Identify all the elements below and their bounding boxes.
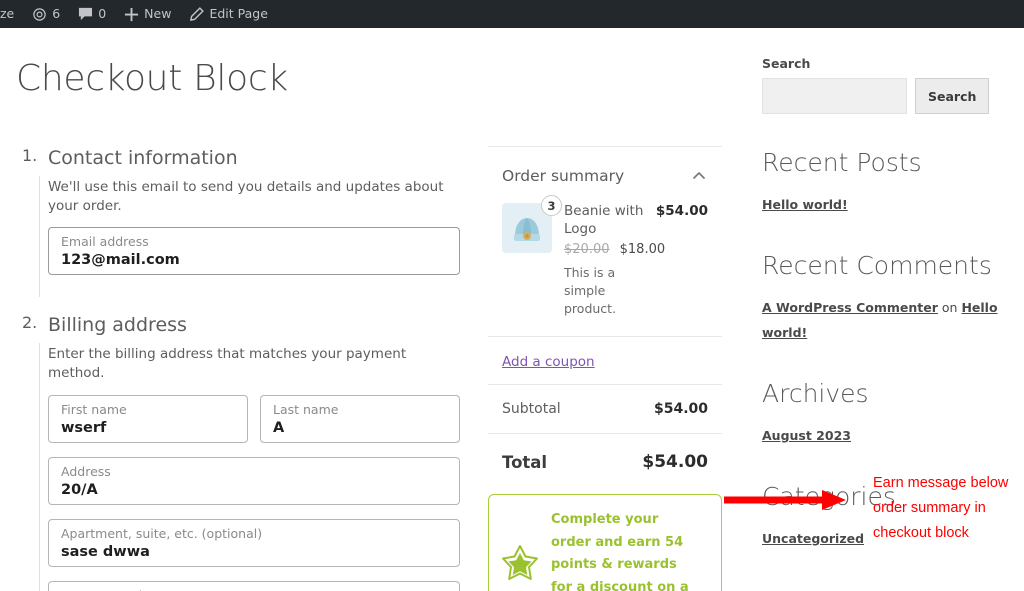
subtotal-row: Subtotal $54.00 <box>488 384 722 433</box>
order-summary-panel: Order summary 3 Beanie with Logo $54.00 … <box>488 146 722 591</box>
comment-author-link[interactable]: A WordPress Commenter <box>762 300 938 315</box>
earn-points-message: Complete your order and earn 54 points &… <box>488 494 722 591</box>
product-description: This is a simple product. <box>564 265 617 317</box>
step-description: Enter the billing address that matches y… <box>48 346 407 382</box>
recent-post-link[interactable]: Hello world! <box>762 197 848 212</box>
archive-link[interactable]: August 2023 <box>762 428 851 443</box>
total-label: Total <box>502 452 548 472</box>
first-name-label: First name <box>61 401 127 417</box>
annotation-text: Earn message below order summary in chec… <box>873 475 1009 541</box>
cart-item-details: Beanie with Logo $54.00 $20.00 $18.00 Th… <box>564 203 708 318</box>
updates-icon <box>32 7 47 22</box>
email-field[interactable]: Email address 123@mail.com <box>48 227 460 276</box>
product-price-original: $20.00 <box>564 242 610 258</box>
widget-title: Recent Comments <box>762 251 992 280</box>
wp-admin-bar: ze 6 0 New Edit Page <box>0 0 1024 28</box>
search-widget: Search Search <box>762 56 1010 114</box>
category-link[interactable]: Uncategorized <box>762 531 864 546</box>
product-price-row: $20.00 $18.00 <box>564 242 708 257</box>
address-field[interactable]: Address 20/A <box>48 456 460 505</box>
quantity-badge: 3 <box>541 195 562 216</box>
chevron-up-icon[interactable] <box>690 167 708 185</box>
adminbar-updates-count: 6 <box>52 6 61 21</box>
adminbar-new-label: New <box>144 6 172 21</box>
widget-recent-comments: Recent Comments A WordPress Commenter on… <box>762 251 1010 345</box>
total-row: Total $54.00 <box>488 433 722 490</box>
adminbar-item-customize[interactable]: ze <box>0 0 23 28</box>
search-button[interactable]: Search <box>915 78 990 114</box>
page-body: Checkout Block 1. Contact information We… <box>0 28 1024 591</box>
subtotal-value: $54.00 <box>653 401 708 418</box>
cart-item-name-row: Beanie with Logo $54.00 <box>564 203 708 238</box>
step-title: Billing address <box>48 314 187 337</box>
last-name-label: Last name <box>273 401 339 417</box>
subtotal-label: Subtotal <box>502 401 561 418</box>
adminbar-item-new[interactable]: New <box>115 0 180 28</box>
product-price-current: $18.00 <box>619 242 666 258</box>
search-input[interactable] <box>762 78 907 114</box>
recent-comment-item: A WordPress Commenter on Hello world! <box>762 295 1010 345</box>
total-value: $54.00 <box>642 452 708 473</box>
name-row: First name wserf Last name A <box>48 394 460 457</box>
apartment-label: Apartment, suite, etc. (optional) <box>61 525 263 541</box>
product-line-total: $54.00 <box>655 203 708 219</box>
email-field-value: 123@mail.com <box>61 252 180 269</box>
order-summary-header[interactable]: Order summary <box>488 146 722 199</box>
adminbar-item-comments[interactable]: 0 <box>69 0 115 28</box>
email-field-label: Email address <box>61 234 149 250</box>
widget-title: Recent Posts <box>762 148 922 177</box>
checkout-step-contact-information: 1. Contact information We'll use this em… <box>14 146 460 298</box>
adminbar-item-edit-page[interactable]: Edit Page <box>180 0 276 28</box>
address-value: 20/A <box>61 481 98 498</box>
checkout-form: 1. Contact information We'll use this em… <box>14 146 460 591</box>
right-arrow-icon <box>722 487 850 517</box>
apartment-field[interactable]: Apartment, suite, etc. (optional) sase d… <box>48 518 460 567</box>
widget-archives: Archives August 2023 <box>762 379 1010 448</box>
widget-list: A WordPress Commenter on Hello world! <box>762 295 1010 345</box>
step-number: 1. <box>22 146 38 165</box>
last-name-field[interactable]: Last name A <box>260 394 460 443</box>
order-summary-title: Order summary <box>502 167 625 185</box>
country-field[interactable]: Country/Region Falkland Islands <box>48 580 460 591</box>
search-row: Search <box>762 78 1010 114</box>
widget-recent-posts: Recent Posts Hello world! <box>762 148 1010 217</box>
cart-line-item: 3 Beanie with Logo $54.00 $20.00 $18.00 … <box>488 195 722 336</box>
star-icon <box>499 542 541 588</box>
adminbar-item-updates[interactable]: 6 <box>23 0 69 28</box>
adminbar-edit-page-label: Edit Page <box>209 6 268 21</box>
first-name-value: wserf <box>61 419 107 436</box>
add-coupon-link[interactable]: Add a coupon <box>502 354 595 370</box>
step-description: We'll use this email to send you details… <box>48 178 444 214</box>
apartment-value: sase dwwa <box>61 543 150 560</box>
widget-list: August 2023 <box>762 423 1010 448</box>
checkout-step-billing-address: 2. Billing address Enter the billing add… <box>14 313 460 591</box>
pencil-icon <box>189 6 205 22</box>
address-label: Address <box>61 463 111 479</box>
adminbar-customize-label: ze <box>0 6 15 21</box>
coupon-row: Add a coupon <box>488 336 722 384</box>
comment-connector: on <box>937 300 962 315</box>
adminbar-comments-count: 0 <box>98 6 107 21</box>
step-number: 2. <box>22 313 38 333</box>
last-name-value: A <box>273 419 285 436</box>
earn-points-text: Complete your order and earn 54 points &… <box>551 512 689 591</box>
widget-list: Hello world! <box>762 192 1010 217</box>
first-name-field[interactable]: First name wserf <box>48 394 248 443</box>
product-thumbnail-wrap: 3 <box>502 195 562 318</box>
plus-icon <box>124 7 139 22</box>
page-title: Checkout Block <box>16 58 288 99</box>
product-name: Beanie with Logo <box>564 203 644 237</box>
search-label: Search <box>762 56 811 71</box>
widget-title: Archives <box>762 379 869 408</box>
comment-bubble-icon <box>78 7 93 21</box>
step-title: Contact information <box>48 147 238 169</box>
